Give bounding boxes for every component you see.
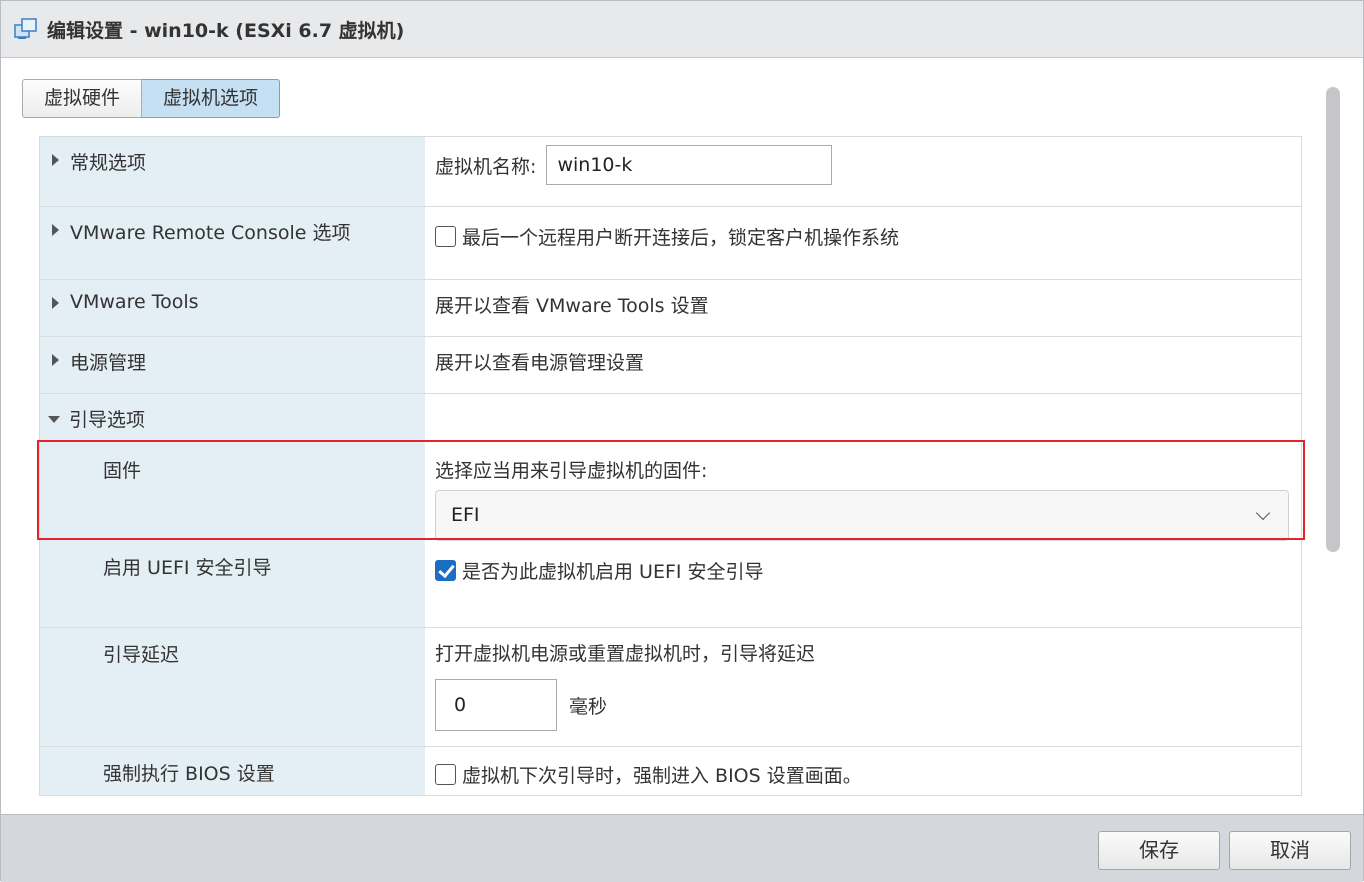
force-bios-checkbox[interactable] xyxy=(435,764,456,785)
row-uefi-secure-boot: 启用 UEFI 安全引导 是否为此虚拟机启用 UEFI 安全引导 xyxy=(40,539,1301,628)
secure-boot-checkbox[interactable] xyxy=(435,560,456,581)
caret-right-icon xyxy=(52,354,59,366)
caret-right-icon xyxy=(52,224,59,236)
boot-options-toggle[interactable]: 引导选项 xyxy=(40,394,425,442)
power-management-hint: 展开以查看电源管理设置 xyxy=(435,352,645,374)
lock-guest-checkbox-label: 最后一个远程用户断开连接后，锁定客户机操作系统 xyxy=(462,227,900,249)
firmware-selected-value: EFI xyxy=(451,504,480,526)
secure-boot-label: 启用 UEFI 安全引导 xyxy=(103,557,272,579)
lock-guest-checkbox[interactable] xyxy=(435,226,456,247)
boot-delay-unit: 毫秒 xyxy=(569,695,608,718)
boot-delay-input[interactable]: 0 xyxy=(435,679,557,731)
firmware-label: 固件 xyxy=(103,460,142,482)
chevron-down-icon xyxy=(1255,505,1271,521)
secure-boot-checkbox-label: 是否为此虚拟机启用 UEFI 安全引导 xyxy=(462,561,764,583)
row-general-options: 常规选项 虚拟机名称: win10-k xyxy=(40,137,1301,207)
boot-delay-description: 打开虚拟机电源或重置虚拟机时，引导将延迟 xyxy=(435,643,816,665)
tab-bar: 虚拟硬件 虚拟机选项 xyxy=(22,79,281,118)
row-power-management: 电源管理 展开以查看电源管理设置 xyxy=(40,337,1301,394)
vmware-tools-toggle[interactable]: VMware Tools xyxy=(40,280,425,336)
vm-icon xyxy=(13,16,39,42)
force-bios-checkbox-label: 虚拟机下次引导时，强制进入 BIOS 设置画面。 xyxy=(462,765,862,787)
row-vmrc-options: VMware Remote Console 选项 最后一个远程用户断开连接后，锁… xyxy=(40,207,1301,280)
vmrc-options-toggle[interactable]: VMware Remote Console 选项 xyxy=(40,207,425,279)
vertical-scrollbar[interactable] xyxy=(1326,87,1340,552)
caret-down-icon xyxy=(48,416,60,423)
firmware-select[interactable]: EFI xyxy=(435,490,1289,541)
row-firmware: 固件 选择应当用来引导虚拟机的固件: EFI xyxy=(40,442,1301,541)
dialog-footer: 保存 取消 xyxy=(1,814,1363,882)
vmware-tools-hint: 展开以查看 VMware Tools 设置 xyxy=(435,295,709,317)
boot-options-label: 引导选项 xyxy=(69,409,146,431)
vm-name-input[interactable]: win10-k xyxy=(546,145,833,185)
general-options-label: 常规选项 xyxy=(70,152,147,174)
boot-delay-label: 引导延迟 xyxy=(103,644,180,666)
row-force-bios: 强制执行 BIOS 设置 虚拟机下次引导时，强制进入 BIOS 设置画面。 xyxy=(40,747,1301,795)
title-bar: 编辑设置 - win10-k (ESXi 6.7 虚拟机) xyxy=(1,1,1363,58)
caret-right-icon xyxy=(52,297,59,309)
caret-right-icon xyxy=(52,154,59,166)
force-bios-label: 强制执行 BIOS 设置 xyxy=(103,763,275,785)
vmware-tools-label: VMware Tools xyxy=(70,291,199,313)
tab-virtual-hardware[interactable]: 虚拟硬件 xyxy=(22,79,143,118)
row-boot-options: 引导选项 xyxy=(40,394,1301,442)
vm-name-label: 虚拟机名称: xyxy=(435,155,537,178)
options-grid: 常规选项 虚拟机名称: win10-k VMware Remote Consol… xyxy=(39,136,1302,796)
vmrc-options-label: VMware Remote Console 选项 xyxy=(70,222,351,244)
power-management-toggle[interactable]: 电源管理 xyxy=(40,337,425,393)
tab-vm-options[interactable]: 虚拟机选项 xyxy=(142,79,281,118)
cancel-button[interactable]: 取消 xyxy=(1229,831,1351,870)
dialog-title: 编辑设置 - win10-k (ESXi 6.7 虚拟机) xyxy=(47,19,405,42)
firmware-prompt: 选择应当用来引导虚拟机的固件: xyxy=(435,460,708,482)
general-options-toggle[interactable]: 常规选项 xyxy=(40,137,425,206)
row-boot-delay: 引导延迟 打开虚拟机电源或重置虚拟机时，引导将延迟 0 毫秒 xyxy=(40,628,1301,747)
edit-settings-dialog: 编辑设置 - win10-k (ESXi 6.7 虚拟机) 虚拟硬件 虚拟机选项… xyxy=(0,0,1364,882)
save-button[interactable]: 保存 xyxy=(1098,831,1220,870)
power-management-label: 电源管理 xyxy=(70,352,147,374)
row-vmware-tools: VMware Tools 展开以查看 VMware Tools 设置 xyxy=(40,280,1301,337)
